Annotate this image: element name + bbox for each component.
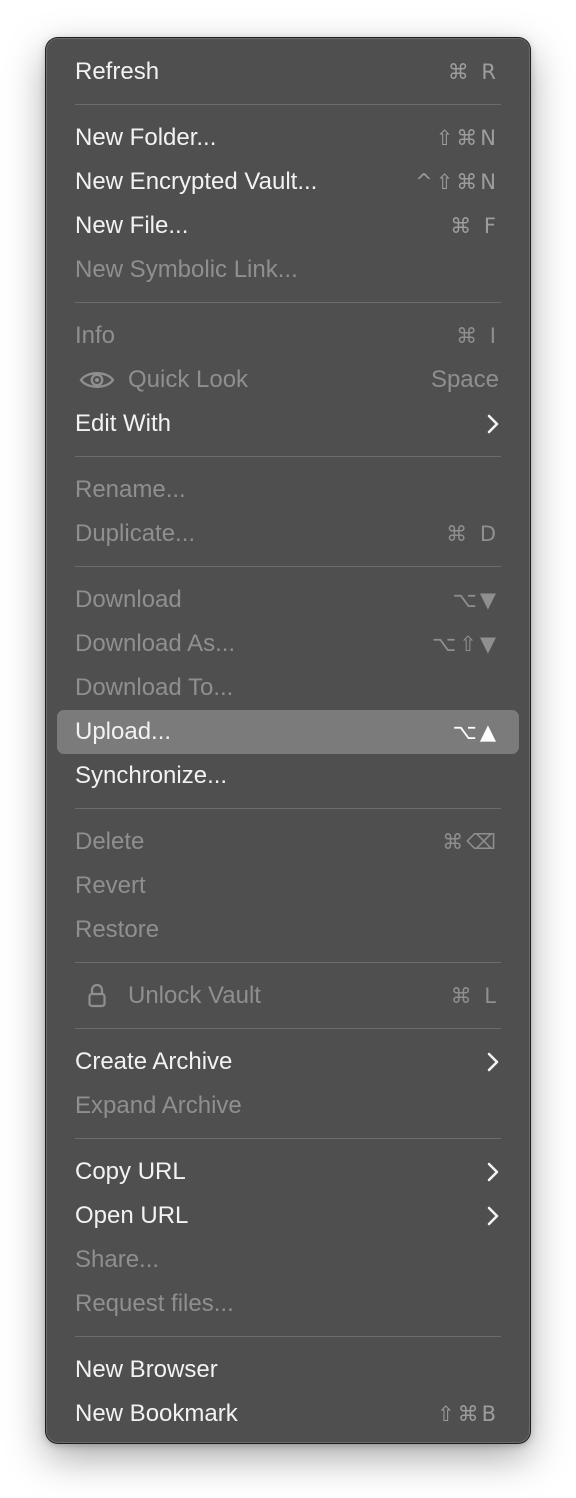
menu-item-label: New Symbolic Link... xyxy=(75,256,298,283)
menu-item-restore[interactable]: Restore xyxy=(57,908,519,952)
menu-item-synchronize[interactable]: Synchronize... xyxy=(57,754,519,798)
shortcut-new-bookmark: ⇧⌘B xyxy=(436,1402,499,1426)
menu-item-label: Restore xyxy=(75,916,160,943)
shortcut-refresh: ⌘ R xyxy=(447,60,499,84)
menu-item-quick-look[interactable]: Quick Look Space xyxy=(57,358,519,402)
shortcut-new-file: ⌘ F xyxy=(450,214,499,238)
menu-item-label: Revert xyxy=(75,872,146,899)
menu-item-new-symbolic-link[interactable]: New Symbolic Link... xyxy=(57,248,519,292)
menu-item-open-url[interactable]: Open URL xyxy=(57,1194,519,1238)
menu-item-label: Request files... xyxy=(75,1290,234,1317)
menu-item-label: Rename... xyxy=(75,476,186,503)
shortcut-duplicate: ⌘ D xyxy=(446,522,499,546)
menu-item-copy-url[interactable]: Copy URL xyxy=(57,1150,519,1194)
menu-separator xyxy=(75,1138,501,1139)
menu-item-label: New Browser xyxy=(75,1356,218,1383)
menu-item-revert[interactable]: Revert xyxy=(57,864,519,908)
menu-item-unlock-vault[interactable]: Unlock Vault ⌘ L xyxy=(57,974,519,1018)
menu-item-label: Expand Archive xyxy=(75,1092,242,1119)
shortcut-new-folder: ⇧⌘N xyxy=(435,126,499,150)
menu-separator xyxy=(75,302,501,303)
menu-item-label: Download As... xyxy=(75,630,236,657)
menu-item-duplicate[interactable]: Duplicate... ⌘ D xyxy=(57,512,519,556)
menu-separator xyxy=(75,104,501,105)
menu-item-label: Edit With xyxy=(75,410,172,437)
menu-item-label: Copy URL xyxy=(75,1158,186,1185)
menu-item-download-as[interactable]: Download As... ⌥⇧▼ xyxy=(57,622,519,666)
menu-item-label: Duplicate... xyxy=(75,520,196,547)
menu-item-label: Create Archive xyxy=(75,1048,233,1075)
menu-item-edit-with[interactable]: Edit With xyxy=(57,402,519,446)
shortcut-download-as: ⌥⇧▼ xyxy=(432,632,499,656)
menu-item-label: New Encrypted Vault... xyxy=(75,168,318,195)
eye-icon xyxy=(77,358,117,402)
menu-item-label: Unlock Vault xyxy=(128,982,261,1009)
menu-item-request-files[interactable]: Request files... xyxy=(57,1282,519,1326)
menu-item-delete[interactable]: Delete ⌘⌫ xyxy=(57,820,519,864)
menu-item-label: New Bookmark xyxy=(75,1400,238,1427)
menu-item-share[interactable]: Share... xyxy=(57,1238,519,1282)
menu-item-new-browser[interactable]: New Browser xyxy=(57,1348,519,1392)
shortcut-upload: ⌥▲ xyxy=(452,720,499,744)
menu-item-label: New Folder... xyxy=(75,124,217,151)
menu-item-new-file[interactable]: New File... ⌘ F xyxy=(57,204,519,248)
menu-item-info[interactable]: Info ⌘ I xyxy=(57,314,519,358)
menu-item-upload[interactable]: Upload... ⌥▲ xyxy=(57,710,519,754)
menu-item-label: Share... xyxy=(75,1246,160,1273)
menu-item-label: Quick Look xyxy=(128,366,249,393)
context-menu: Refresh ⌘ R New Folder... ⇧⌘N New Encryp… xyxy=(46,38,530,1443)
menu-item-label: Refresh xyxy=(75,58,160,85)
menu-item-refresh[interactable]: Refresh ⌘ R xyxy=(57,50,519,94)
shortcut-download: ⌥▼ xyxy=(452,588,499,612)
chevron-right-icon xyxy=(487,1040,499,1084)
shortcut-unlock-vault: ⌘ L xyxy=(450,984,499,1008)
menu-item-label: Download To... xyxy=(75,674,234,701)
lock-icon xyxy=(77,974,117,1018)
menu-item-expand-archive[interactable]: Expand Archive xyxy=(57,1084,519,1128)
shortcut-new-encrypted-vault: ^⇧⌘N xyxy=(415,170,499,194)
menu-item-new-encrypted-vault[interactable]: New Encrypted Vault... ^⇧⌘N xyxy=(57,160,519,204)
menu-item-rename[interactable]: Rename... xyxy=(57,468,519,512)
menu-item-label: Delete xyxy=(75,828,145,855)
menu-separator xyxy=(75,566,501,567)
menu-item-label: Open URL xyxy=(75,1202,189,1229)
menu-item-label: Download xyxy=(75,586,182,613)
menu-item-download[interactable]: Download ⌥▼ xyxy=(57,578,519,622)
shortcut-delete: ⌘⌫ xyxy=(442,830,499,854)
shortcut-info: ⌘ I xyxy=(456,324,499,348)
chevron-right-icon xyxy=(487,1150,499,1194)
menu-separator xyxy=(75,456,501,457)
menu-item-new-bookmark[interactable]: New Bookmark ⇧⌘B xyxy=(57,1392,519,1436)
menu-item-label: Upload... xyxy=(75,718,172,745)
chevron-right-icon xyxy=(487,1194,499,1238)
shortcut-quick-look: Space xyxy=(430,366,499,393)
menu-separator xyxy=(75,808,501,809)
menu-separator xyxy=(75,1336,501,1337)
menu-item-download-to[interactable]: Download To... xyxy=(57,666,519,710)
menu-item-new-folder[interactable]: New Folder... ⇧⌘N xyxy=(57,116,519,160)
menu-separator xyxy=(75,1028,501,1029)
menu-item-create-archive[interactable]: Create Archive xyxy=(57,1040,519,1084)
chevron-right-icon xyxy=(487,402,499,446)
menu-item-label: Synchronize... xyxy=(75,762,228,789)
menu-item-label: New File... xyxy=(75,212,189,239)
menu-separator xyxy=(75,962,501,963)
menu-item-label: Info xyxy=(75,322,116,349)
